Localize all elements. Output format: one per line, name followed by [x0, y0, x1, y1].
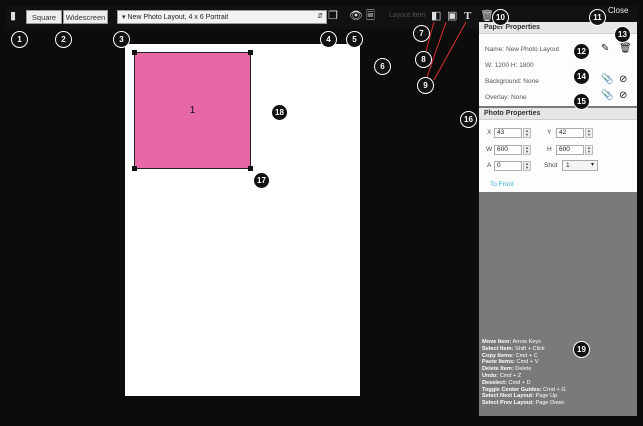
background-clear-icon[interactable]: ⊘: [619, 75, 627, 85]
callout-19: 19: [573, 341, 590, 358]
delete-layout-trash-icon[interactable]: 🗑: [619, 44, 632, 54]
shot-select-value: 1: [566, 162, 570, 169]
callout-4: 4: [320, 31, 337, 48]
h-input[interactable]: 600: [556, 145, 584, 155]
angle-input[interactable]: 0: [494, 161, 522, 171]
photo-number: 1: [189, 105, 196, 116]
callout-10: 10: [492, 9, 509, 26]
paper-name: Name: New Photo Layout: [485, 46, 560, 53]
h-stepper[interactable]: ▲ ▼: [585, 145, 593, 155]
callout-8: 8: [415, 51, 432, 68]
background-attach-icon[interactable]: 📎: [601, 75, 613, 85]
layout-item-label: Layout Item: [389, 12, 426, 19]
resize-handle-top-left[interactable]: [132, 50, 137, 55]
callout-14: 14: [573, 68, 590, 85]
photo-box[interactable]: 1: [134, 52, 251, 169]
paper-overlay: Overlay: None: [485, 94, 527, 101]
resize-handle-bottom-left[interactable]: [132, 166, 137, 171]
callout-6: 6: [374, 58, 391, 75]
shortcut-item: Paste Items: Cmd + V: [482, 359, 539, 366]
shortcut-item: Copy Items: Cmd + C: [482, 352, 538, 359]
shortcut-item: Select Item: Shift + Click: [482, 345, 545, 352]
shortcut-item: Select Next Layout: Page Up: [482, 393, 558, 400]
add-color-box-icon[interactable]: ◧: [431, 11, 441, 22]
shot-chevron-icon: ▾: [590, 162, 594, 168]
close-button[interactable]: Close: [608, 6, 628, 15]
square-button[interactable]: Square: [26, 10, 62, 24]
angle-stepper[interactable]: ▲ ▼: [523, 161, 531, 171]
x-input[interactable]: 43: [494, 128, 522, 138]
shortcut-item: Delete Item: Delete: [482, 366, 532, 373]
rotate-handle[interactable]: [259, 110, 264, 115]
shot-select[interactable]: 1 ▾: [562, 160, 598, 171]
callout-13: 13: [614, 26, 631, 43]
y-label: Y: [547, 129, 552, 136]
paper-background: Background: None: [485, 78, 539, 85]
shortcut-item: Deselect: Cmd + D: [482, 379, 531, 386]
h-label: H: [547, 146, 552, 153]
resize-handle-bottom-right[interactable]: [248, 166, 253, 171]
shortcut-item: Move Item: Arrow Keys: [482, 339, 542, 345]
callout-1: 1: [11, 31, 28, 48]
app-window: ▮ Square Widescreen ▾ New Photo Layout, …: [0, 0, 643, 426]
callout-3: 3: [113, 31, 130, 48]
add-photo-icon[interactable]: ▣: [447, 11, 457, 22]
add-text-icon[interactable]: T: [464, 11, 471, 22]
select-chevron-icon: ⇵: [317, 13, 323, 20]
edit-pencil-icon[interactable]: ✎: [601, 44, 609, 54]
preview-eye-icon[interactable]: 👁: [349, 11, 363, 22]
photo-properties-title: Photo Properties: [479, 108, 637, 120]
callout-17: 17: [253, 172, 270, 189]
widescreen-button[interactable]: Widescreen: [63, 10, 108, 24]
layout-select-value: New Photo Layout, 4 x 6 Portrait: [127, 13, 229, 21]
w-stepper[interactable]: ▲ ▼: [523, 145, 531, 155]
new-layout-icon[interactable]: ▮: [10, 11, 16, 22]
callout-9: 9: [417, 77, 434, 94]
layout-select[interactable]: ▾ New Photo Layout, 4 x 6 Portrait ⇵: [117, 10, 327, 24]
y-input[interactable]: 42: [556, 128, 584, 138]
resize-handle-top-right[interactable]: [248, 50, 253, 55]
overlay-clear-icon[interactable]: ⊘: [619, 91, 627, 101]
overlay-attach-icon[interactable]: 📎: [601, 91, 613, 101]
callout-18: 18: [271, 104, 288, 121]
layout-page-canvas[interactable]: 1: [125, 44, 360, 396]
w-label: W: [486, 146, 493, 153]
shortcut-item: Select Prev Layout: Page Down: [482, 400, 565, 407]
keyboard-shortcuts-list: Move Item: Arrow Keys Select Item: Shift…: [482, 339, 566, 407]
x-stepper[interactable]: ▲ ▼: [523, 128, 531, 138]
callout-11: 11: [589, 9, 606, 26]
y-stepper[interactable]: ▲ ▼: [585, 128, 593, 138]
w-input[interactable]: 600: [494, 145, 522, 155]
to-front-link[interactable]: To Front: [490, 181, 514, 188]
callout-5: 5: [346, 31, 363, 48]
a-label: A: [487, 162, 492, 169]
callout-2: 2: [55, 31, 72, 48]
export-document-icon[interactable]: 🗏: [366, 11, 375, 22]
callout-15: 15: [573, 93, 590, 110]
shot-label: Shot: [544, 162, 558, 169]
callout-7: 7: [413, 25, 430, 42]
callout-16: 16: [460, 111, 477, 128]
callout-12: 12: [573, 43, 590, 60]
shortcut-item: Undo: Cmd + Z: [482, 372, 522, 379]
shortcut-item: Toggle Center Guides: Cmd + G: [482, 386, 566, 393]
duplicate-layout-icon[interactable]: ❐: [328, 11, 338, 22]
paper-size: W: 1200 H: 1800: [485, 62, 534, 69]
x-label: X: [487, 129, 492, 136]
arrow-9: [433, 21, 467, 81]
